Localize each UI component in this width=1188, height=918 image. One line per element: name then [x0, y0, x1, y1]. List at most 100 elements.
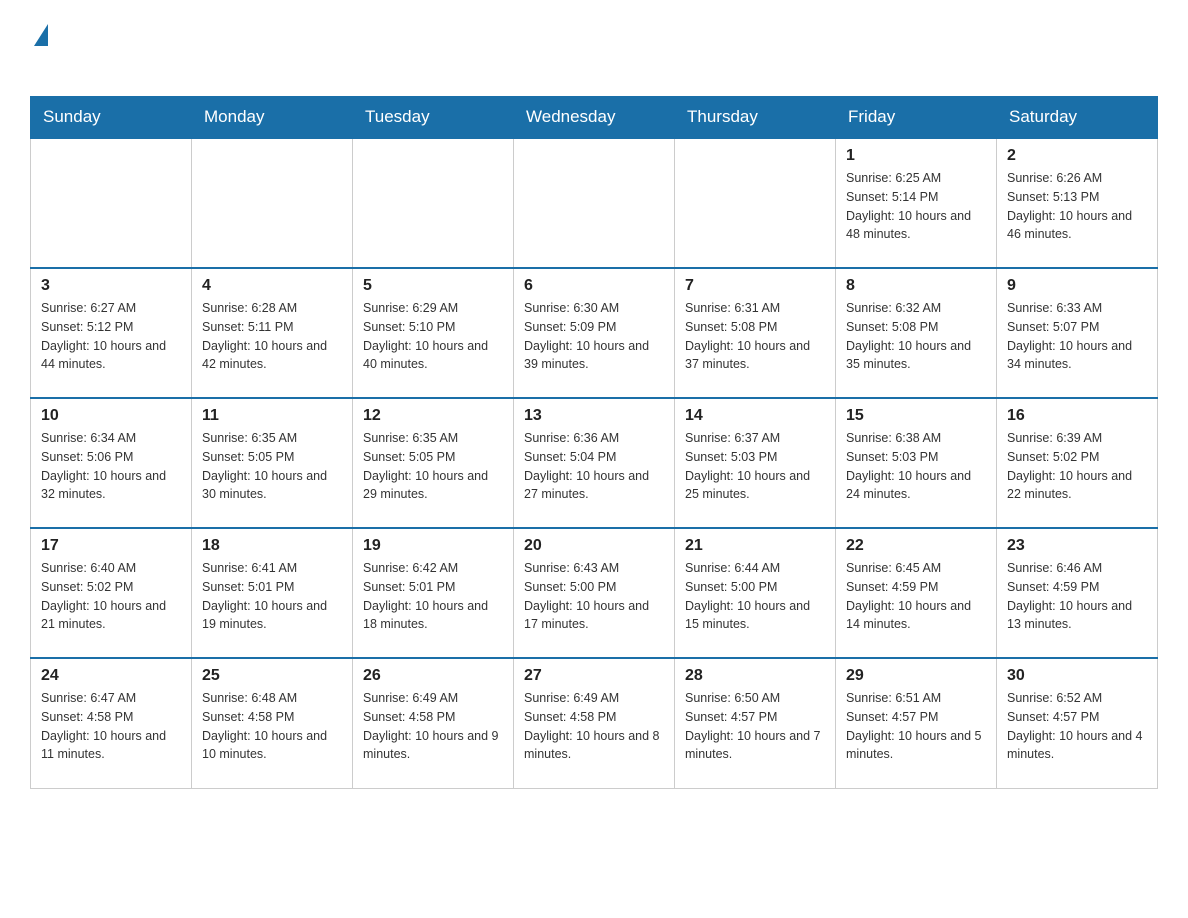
day-number: 2	[1007, 147, 1147, 165]
calendar-cell	[353, 138, 514, 268]
day-number: 13	[524, 407, 664, 425]
day-number: 4	[202, 277, 342, 295]
day-number: 20	[524, 537, 664, 555]
calendar-cell: 7Sunrise: 6:31 AM Sunset: 5:08 PM Daylig…	[675, 268, 836, 398]
calendar-cell: 5 Sunrise: 6:29 AM Sunset: 5:10 PM Daylig…	[353, 268, 514, 398]
calendar-cell: 26 Sunrise: 6:49 AM Sunset: 4:58 PM Dayli…	[353, 658, 514, 788]
calendar-day-header: Friday	[836, 97, 997, 139]
calendar-cell: 15 Sunrise: 6:38 AM Sunset: 5:03 PM Dayli…	[836, 398, 997, 528]
calendar-cell: 29 Sunrise: 6:51 AM Sunset: 4:57 PM Dayli…	[836, 658, 997, 788]
calendar-week-row: 17 Sunrise: 6:40 AM Sunset: 5:02 PM Dayli…	[31, 528, 1158, 658]
day-info: Sunrise: 6:40 AM Sunset: 5:02 PM Dayligh…	[41, 559, 181, 634]
day-info: Sunrise: 6:43 AM Sunset: 5:00 PM Dayligh…	[524, 559, 664, 634]
day-number: 12	[363, 407, 503, 425]
day-number: 1	[846, 147, 986, 165]
day-info: Sunrise: 6:51 AM Sunset: 4:57 PM Dayligh…	[846, 689, 986, 764]
calendar-cell: 9 Sunrise: 6:33 AM Sunset: 5:07 PM Daylig…	[997, 268, 1158, 398]
day-info: Sunrise: 6:30 AM Sunset: 5:09 PM Dayligh…	[524, 299, 664, 374]
day-info: Sunrise: 6:25 AM Sunset: 5:14 PM Dayligh…	[846, 169, 986, 244]
calendar-day-header: Tuesday	[353, 97, 514, 139]
day-number: 7	[685, 277, 825, 295]
day-number: 21	[685, 537, 825, 555]
calendar-cell: 3Sunrise: 6:27 AM Sunset: 5:12 PM Daylig…	[31, 268, 192, 398]
calendar-cell	[31, 138, 192, 268]
calendar-cell: 18Sunrise: 6:41 AM Sunset: 5:01 PM Dayli…	[192, 528, 353, 658]
day-info: Sunrise: 6:29 AM Sunset: 5:10 PM Dayligh…	[363, 299, 503, 374]
day-number: 28	[685, 667, 825, 685]
calendar-cell: 16Sunrise: 6:39 AM Sunset: 5:02 PM Dayli…	[997, 398, 1158, 528]
day-info: Sunrise: 6:48 AM Sunset: 4:58 PM Dayligh…	[202, 689, 342, 764]
logo	[30, 20, 48, 76]
calendar-cell: 11 Sunrise: 6:35 AM Sunset: 5:05 PM Dayli…	[192, 398, 353, 528]
calendar-cell: 25 Sunrise: 6:48 AM Sunset: 4:58 PM Dayli…	[192, 658, 353, 788]
day-info: Sunrise: 6:33 AM Sunset: 5:07 PM Dayligh…	[1007, 299, 1147, 374]
day-number: 29	[846, 667, 986, 685]
day-info: Sunrise: 6:28 AM Sunset: 5:11 PM Dayligh…	[202, 299, 342, 374]
calendar-cell	[192, 138, 353, 268]
day-number: 16	[1007, 407, 1147, 425]
day-info: Sunrise: 6:42 AM Sunset: 5:01 PM Dayligh…	[363, 559, 503, 634]
day-info: Sunrise: 6:26 AM Sunset: 5:13 PM Dayligh…	[1007, 169, 1147, 244]
day-info: Sunrise: 6:35 AM Sunset: 5:05 PM Dayligh…	[202, 429, 342, 504]
day-number: 30	[1007, 667, 1147, 685]
day-number: 17	[41, 537, 181, 555]
day-number: 14	[685, 407, 825, 425]
logo-blue-text	[32, 44, 34, 75]
calendar-cell: 20 Sunrise: 6:43 AM Sunset: 5:00 PM Dayli…	[514, 528, 675, 658]
calendar-week-row: 1 Sunrise: 6:25 AM Sunset: 5:14 PM Daylig…	[31, 138, 1158, 268]
calendar-cell: 22Sunrise: 6:45 AM Sunset: 4:59 PM Dayli…	[836, 528, 997, 658]
calendar-header-row: SundayMondayTuesdayWednesdayThursdayFrid…	[31, 97, 1158, 139]
day-number: 15	[846, 407, 986, 425]
calendar-cell: 8 Sunrise: 6:32 AM Sunset: 5:08 PM Daylig…	[836, 268, 997, 398]
calendar-cell: 14 Sunrise: 6:37 AM Sunset: 5:03 PM Dayli…	[675, 398, 836, 528]
day-info: Sunrise: 6:49 AM Sunset: 4:58 PM Dayligh…	[524, 689, 664, 764]
calendar-cell: 2 Sunrise: 6:26 AM Sunset: 5:13 PM Daylig…	[997, 138, 1158, 268]
calendar-cell: 24 Sunrise: 6:47 AM Sunset: 4:58 PM Dayli…	[31, 658, 192, 788]
day-info: Sunrise: 6:50 AM Sunset: 4:57 PM Dayligh…	[685, 689, 825, 764]
calendar-cell: 4 Sunrise: 6:28 AM Sunset: 5:11 PM Daylig…	[192, 268, 353, 398]
calendar-week-row: 24 Sunrise: 6:47 AM Sunset: 4:58 PM Dayli…	[31, 658, 1158, 788]
calendar-day-header: Saturday	[997, 97, 1158, 139]
day-info: Sunrise: 6:35 AM Sunset: 5:05 PM Dayligh…	[363, 429, 503, 504]
calendar-day-header: Monday	[192, 97, 353, 139]
day-number: 5	[363, 277, 503, 295]
calendar-day-header: Sunday	[31, 97, 192, 139]
day-number: 8	[846, 277, 986, 295]
calendar-cell: 21 Sunrise: 6:44 AM Sunset: 5:00 PM Dayli…	[675, 528, 836, 658]
calendar-cell: 19 Sunrise: 6:42 AM Sunset: 5:01 PM Dayli…	[353, 528, 514, 658]
day-number: 9	[1007, 277, 1147, 295]
calendar-table: SundayMondayTuesdayWednesdayThursdayFrid…	[30, 96, 1158, 789]
day-number: 18	[202, 537, 342, 555]
day-info: Sunrise: 6:27 AM Sunset: 5:12 PM Dayligh…	[41, 299, 181, 374]
day-info: Sunrise: 6:46 AM Sunset: 4:59 PM Dayligh…	[1007, 559, 1147, 634]
day-info: Sunrise: 6:38 AM Sunset: 5:03 PM Dayligh…	[846, 429, 986, 504]
day-number: 23	[1007, 537, 1147, 555]
calendar-cell: 1 Sunrise: 6:25 AM Sunset: 5:14 PM Daylig…	[836, 138, 997, 268]
day-info: Sunrise: 6:52 AM Sunset: 4:57 PM Dayligh…	[1007, 689, 1147, 764]
day-info: Sunrise: 6:36 AM Sunset: 5:04 PM Dayligh…	[524, 429, 664, 504]
day-info: Sunrise: 6:49 AM Sunset: 4:58 PM Dayligh…	[363, 689, 503, 764]
calendar-cell: 30 Sunrise: 6:52 AM Sunset: 4:57 PM Dayli…	[997, 658, 1158, 788]
calendar-cell: 6 Sunrise: 6:30 AM Sunset: 5:09 PM Daylig…	[514, 268, 675, 398]
day-info: Sunrise: 6:37 AM Sunset: 5:03 PM Dayligh…	[685, 429, 825, 504]
day-number: 6	[524, 277, 664, 295]
logo-triangle-icon	[34, 24, 48, 46]
calendar-cell: 10Sunrise: 6:34 AM Sunset: 5:06 PM Dayli…	[31, 398, 192, 528]
day-number: 19	[363, 537, 503, 555]
day-number: 22	[846, 537, 986, 555]
calendar-week-row: 3Sunrise: 6:27 AM Sunset: 5:12 PM Daylig…	[31, 268, 1158, 398]
calendar-cell	[514, 138, 675, 268]
calendar-cell: 23 Sunrise: 6:46 AM Sunset: 4:59 PM Dayli…	[997, 528, 1158, 658]
day-info: Sunrise: 6:44 AM Sunset: 5:00 PM Dayligh…	[685, 559, 825, 634]
day-number: 11	[202, 407, 342, 425]
day-number: 10	[41, 407, 181, 425]
day-number: 26	[363, 667, 503, 685]
calendar-cell: 28 Sunrise: 6:50 AM Sunset: 4:57 PM Dayli…	[675, 658, 836, 788]
page-header	[30, 20, 1158, 76]
day-number: 24	[41, 667, 181, 685]
calendar-cell: 13 Sunrise: 6:36 AM Sunset: 5:04 PM Dayli…	[514, 398, 675, 528]
day-info: Sunrise: 6:32 AM Sunset: 5:08 PM Dayligh…	[846, 299, 986, 374]
day-info: Sunrise: 6:47 AM Sunset: 4:58 PM Dayligh…	[41, 689, 181, 764]
day-number: 25	[202, 667, 342, 685]
calendar-cell: 12 Sunrise: 6:35 AM Sunset: 5:05 PM Dayli…	[353, 398, 514, 528]
